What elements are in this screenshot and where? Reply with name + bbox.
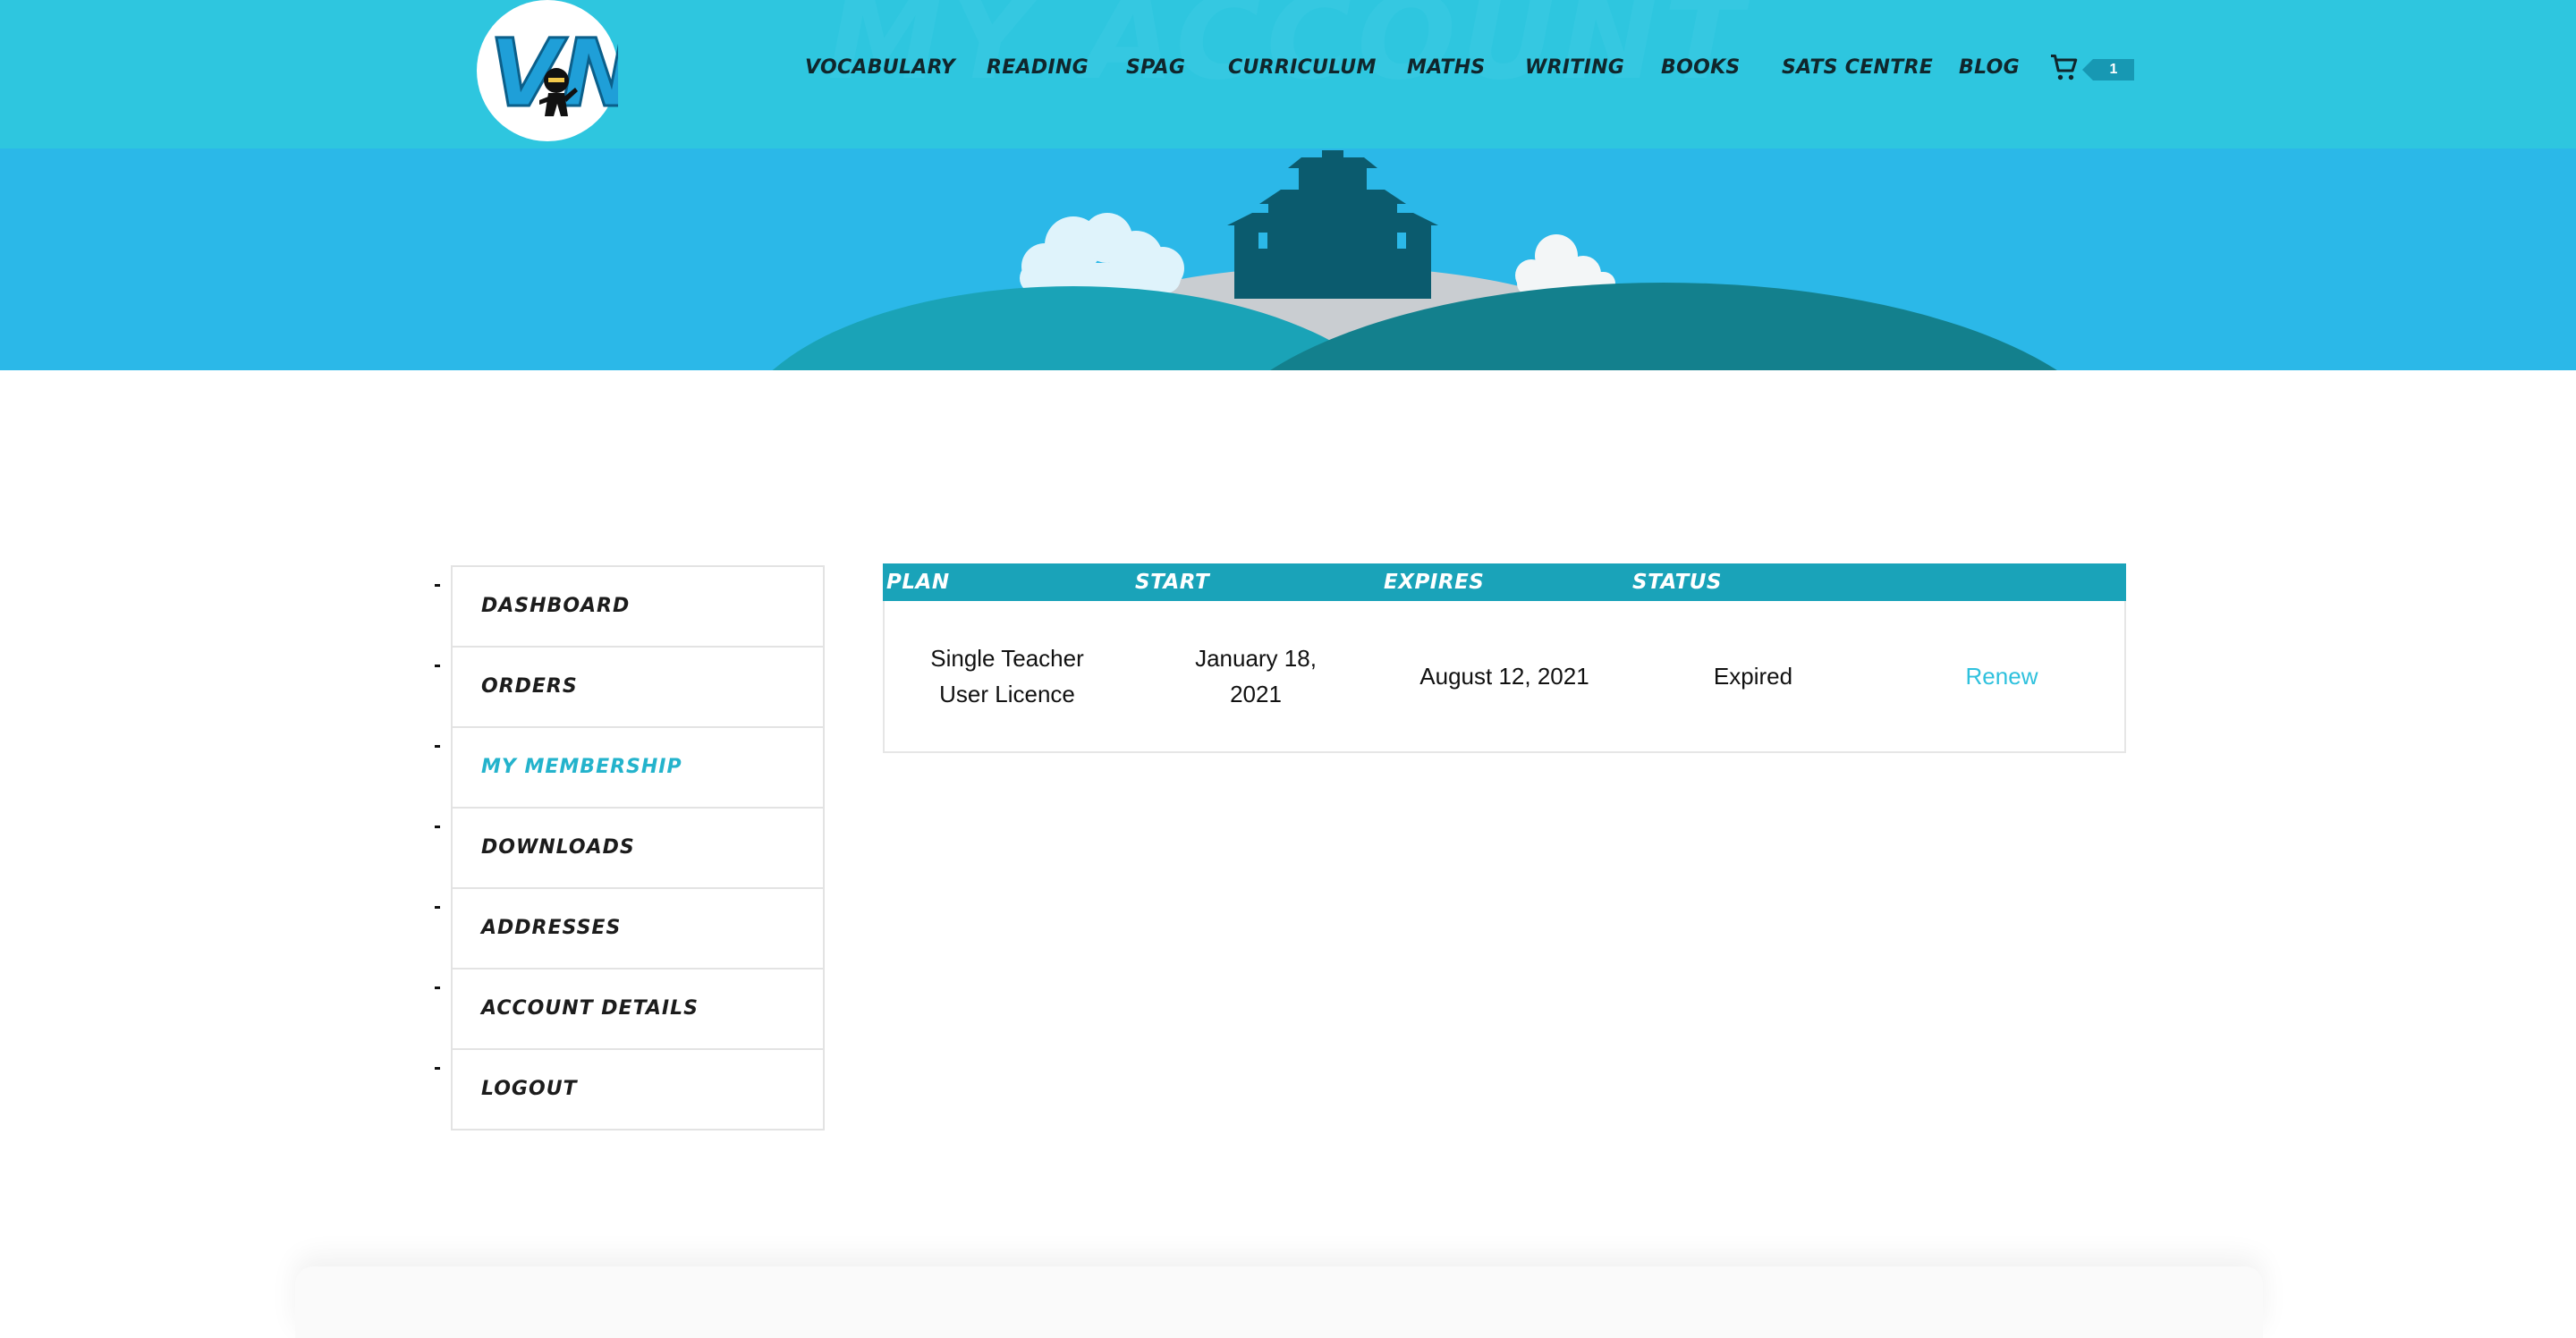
renew-link[interactable]: Renew <box>1966 663 2038 690</box>
sidebar-item-orders[interactable]: ORDERS <box>435 646 825 726</box>
membership-table-container: PLAN START EXPIRES STATUS Single Teacher… <box>883 563 2126 753</box>
nav-spag[interactable]: SPAG <box>1126 52 1185 84</box>
column-header-expires: EXPIRES <box>1384 571 1485 594</box>
landscape-illustration <box>772 150 2057 370</box>
list-bullet <box>435 826 440 828</box>
column-header-plan: PLAN <box>886 571 950 594</box>
sidebar-item-logout[interactable]: LOGOUT <box>435 1048 825 1131</box>
nav-writing[interactable]: WRITING <box>1525 52 1624 84</box>
column-header-status: STATUS <box>1632 571 1722 594</box>
nav-sats-centre[interactable]: SATS CENTRE <box>1782 52 1933 84</box>
sidebar-item-label: LOGOUT <box>481 1078 578 1100</box>
footer-edge <box>295 1266 2263 1338</box>
nav-blog[interactable]: BLOG <box>1959 52 2020 84</box>
account-navigation: DASHBOARD ORDERS MY MEMBERSHIP DOWNLOADS… <box>435 565 825 1131</box>
nav-maths[interactable]: MATHS <box>1407 52 1486 84</box>
list-bullet <box>435 584 440 587</box>
cloud-left <box>1020 213 1184 293</box>
sidebar-item-label: DASHBOARD <box>481 595 631 617</box>
nav-curriculum[interactable]: CURRICULUM <box>1228 52 1377 84</box>
sidebar-item-dashboard[interactable]: DASHBOARD <box>435 565 825 646</box>
column-header-actions <box>1877 563 2126 601</box>
plan-cell: Single Teacher User Licence <box>930 645 1084 707</box>
nav-vocabulary[interactable]: VOCABULARY <box>805 52 955 84</box>
table-header-row: PLAN START EXPIRES STATUS <box>883 563 2126 601</box>
nav-books[interactable]: BOOKS <box>1661 52 1741 84</box>
column-header-start: START <box>1135 571 1210 594</box>
sidebar-item-account-details[interactable]: ACCOUNT DETAILS <box>435 968 825 1048</box>
list-bullet <box>435 1067 440 1070</box>
membership-table: PLAN START EXPIRES STATUS Single Teacher… <box>883 563 2126 751</box>
list-bullet <box>435 987 440 989</box>
sidebar-item-label: MY MEMBERSHIP <box>481 756 682 778</box>
action-cell: Renew <box>1877 601 2126 751</box>
expires-cell: August 12, 2021 <box>1419 663 1589 690</box>
list-bullet <box>435 665 440 667</box>
list-bullet <box>435 906 440 909</box>
nav-reading[interactable]: READING <box>987 52 1089 84</box>
sidebar-item-label: ADDRESSES <box>481 917 622 939</box>
cart-count-badge[interactable]: 1 <box>2082 59 2134 80</box>
table-row: Single Teacher User Licence January 18, … <box>883 601 2126 751</box>
shopping-cart-icon[interactable] <box>2048 52 2080 84</box>
start-cell: January 18, 2021 <box>1195 645 1317 707</box>
site-header: MY ACCOUNT VN VOCABULARY READING SPAG CU… <box>0 0 2576 148</box>
list-bullet <box>435 745 440 748</box>
sidebar-item-downloads[interactable]: DOWNLOADS <box>435 807 825 887</box>
sidebar-item-my-membership[interactable]: MY MEMBERSHIP <box>435 726 825 807</box>
status-cell: Expired <box>1713 663 1793 690</box>
hero-banner <box>0 148 2576 370</box>
sidebar-item-label: ACCOUNT DETAILS <box>481 997 699 1020</box>
temple-illustration <box>1227 150 1438 299</box>
sidebar-item-label: DOWNLOADS <box>481 836 635 859</box>
main-nav: VOCABULARY READING SPAG CURRICULUM MATHS… <box>0 52 2576 84</box>
sidebar-item-label: ORDERS <box>481 675 578 698</box>
sidebar-item-addresses[interactable]: ADDRESSES <box>435 887 825 968</box>
